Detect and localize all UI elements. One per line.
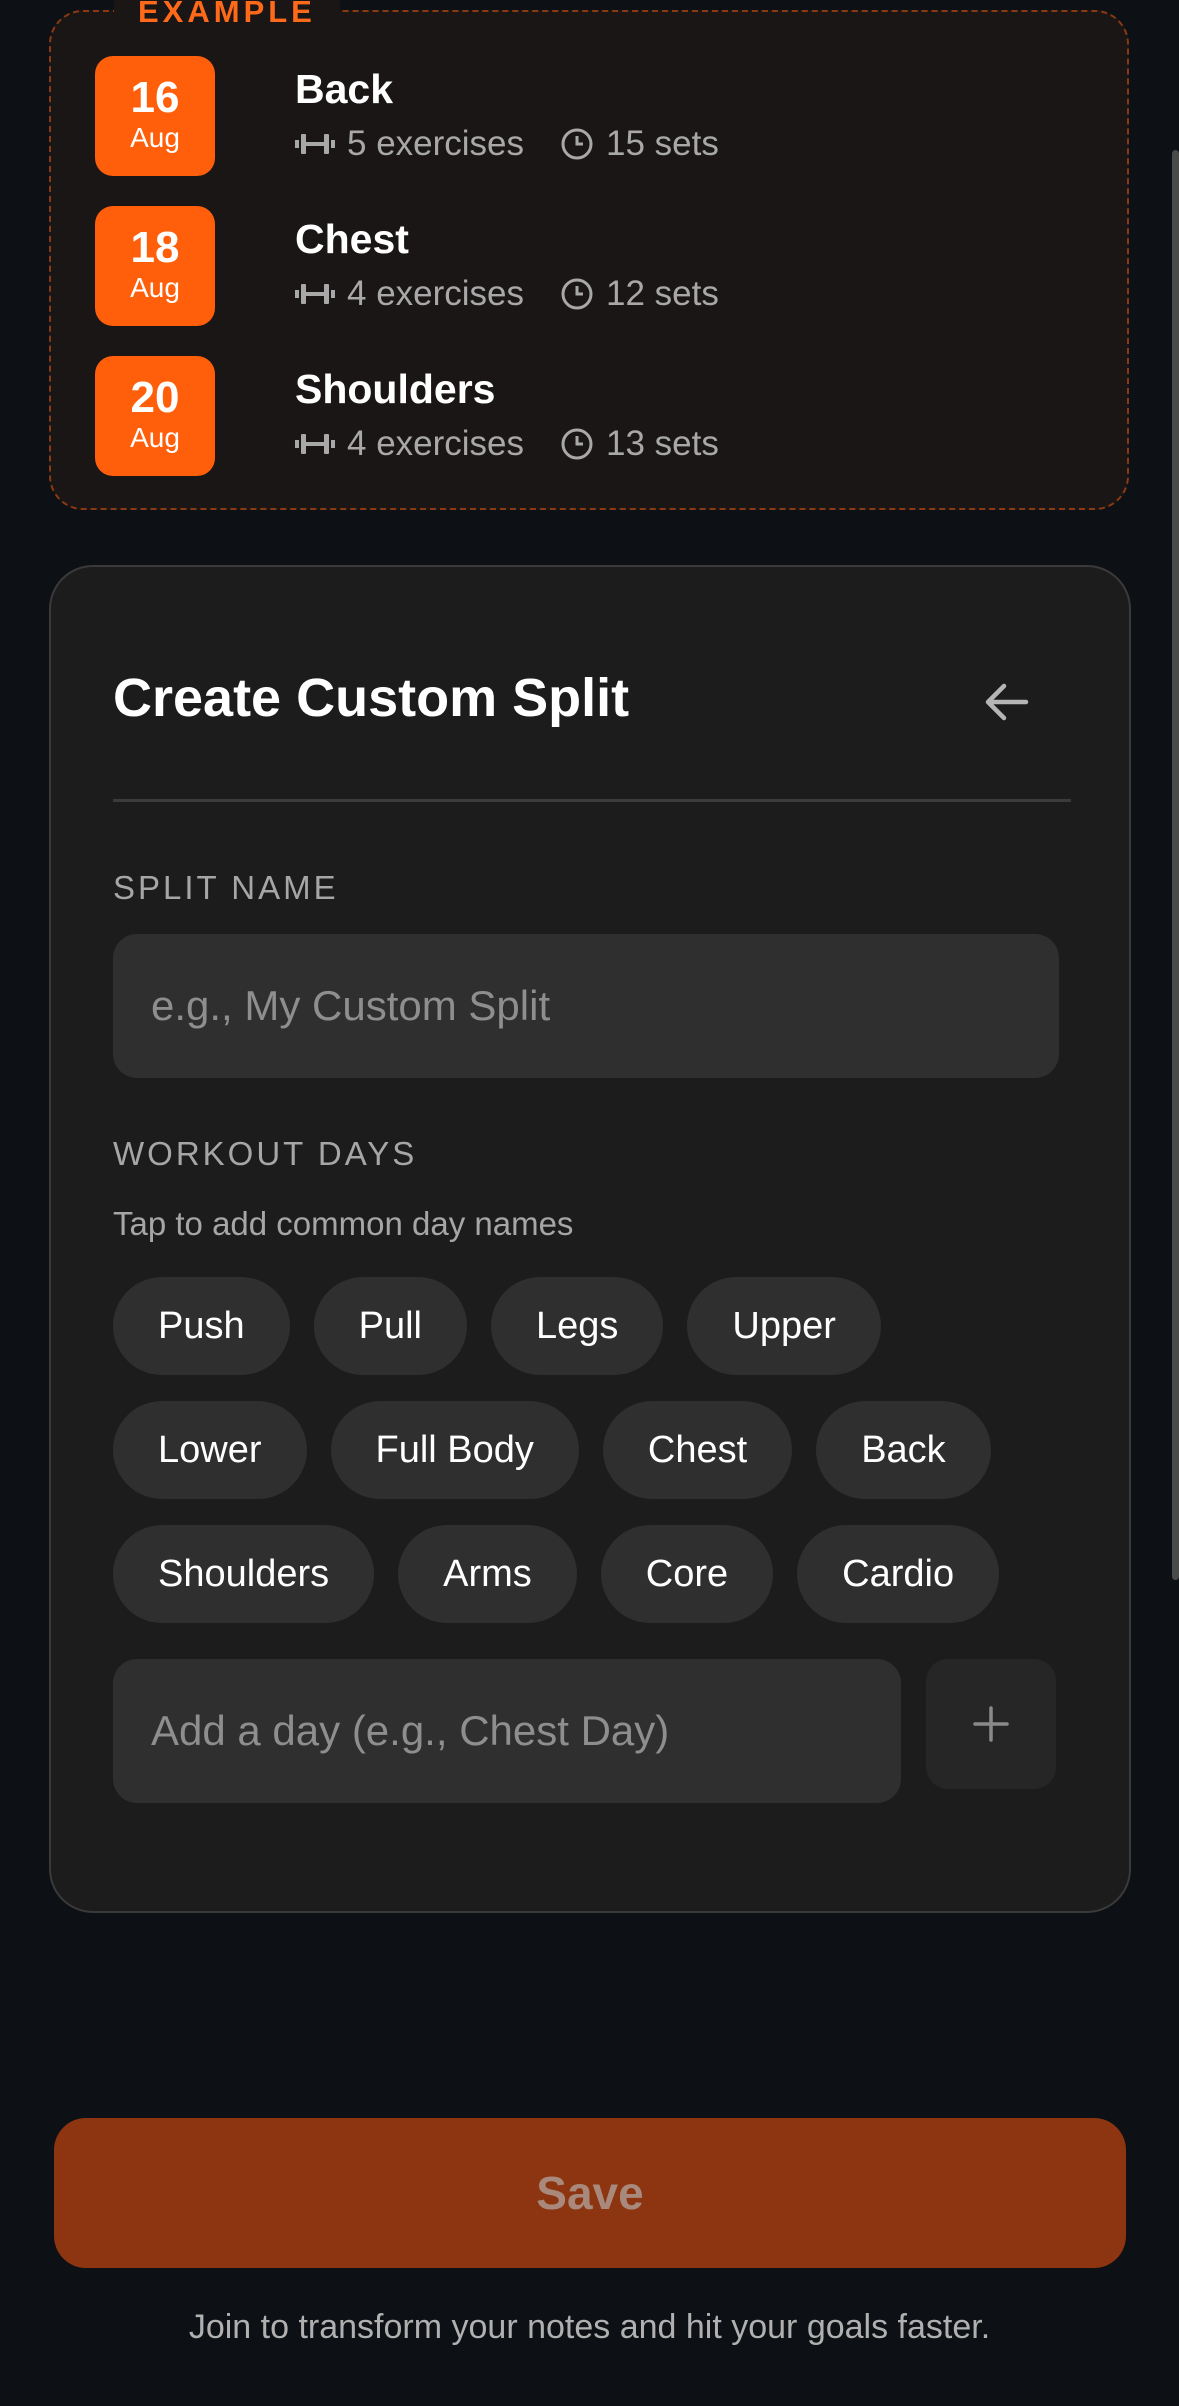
- workout-title: Back: [295, 66, 394, 112]
- exercise-count: 4 exercises: [347, 274, 525, 313]
- split-name-label: SPLIT NAME: [113, 869, 339, 906]
- arrow-left-icon: [985, 683, 1029, 721]
- footer-text: Join to transform your notes and hit you…: [188, 2308, 991, 2346]
- add-day-input[interactable]: [113, 1659, 901, 1803]
- date-month: Aug: [130, 422, 180, 453]
- workout-title: Shoulders: [295, 366, 496, 412]
- day-chip[interactable]: Shoulders: [113, 1525, 375, 1623]
- day-chip[interactable]: Lower: [113, 1401, 307, 1499]
- split-name-input[interactable]: [113, 934, 1059, 1078]
- date-badge: 20 Aug: [95, 356, 215, 476]
- save-button[interactable]: Save: [54, 2118, 1126, 2268]
- dumbbell-icon: [295, 134, 335, 154]
- exercise-count: 5 exercises: [347, 124, 525, 163]
- workout-days-label: WORKOUT DAYS: [113, 1135, 418, 1172]
- divider: [113, 799, 1071, 802]
- day-chip[interactable]: Back: [816, 1401, 991, 1499]
- example-row: 16 Aug Back 5 exercises 15 sets: [95, 56, 995, 176]
- example-card: EXAMPLE 16 Aug Back 5 exercises 15 sets …: [49, 0, 1129, 510]
- day-chip[interactable]: Upper: [687, 1277, 881, 1375]
- set-count: 13 sets: [606, 424, 719, 463]
- day-chip[interactable]: Chest: [602, 1401, 793, 1499]
- date-day: 18: [130, 223, 180, 272]
- date-month: Aug: [130, 272, 180, 303]
- example-row: 18 Aug Chest 4 exercises 12 sets: [95, 206, 995, 326]
- scrollbar[interactable]: [1172, 150, 1179, 1580]
- custom-split-card: Create Custom Split SPLIT NAME WORKOUT D…: [49, 565, 1131, 1913]
- card-title: Create Custom Split: [113, 668, 630, 728]
- clock-icon: [561, 278, 593, 310]
- day-chip-group: Push Pull Legs Upper Lower Full Body Che…: [113, 1277, 1073, 1649]
- day-chip[interactable]: Core: [600, 1525, 774, 1623]
- date-month: Aug: [130, 122, 180, 153]
- plus-icon: [973, 1706, 1009, 1742]
- exercise-count: 4 exercises: [347, 424, 525, 463]
- day-chip[interactable]: Push: [113, 1277, 290, 1375]
- dumbbell-icon: [295, 284, 335, 304]
- clock-icon: [561, 428, 593, 460]
- set-count: 12 sets: [606, 274, 719, 313]
- date-day: 20: [130, 373, 180, 422]
- clock-icon: [561, 128, 593, 160]
- set-count: 15 sets: [606, 124, 719, 163]
- date-badge: 16 Aug: [95, 56, 215, 176]
- workout-days-hint: Tap to add common day names: [113, 1205, 574, 1242]
- day-chip[interactable]: Legs: [491, 1277, 664, 1375]
- add-day-button[interactable]: [926, 1659, 1056, 1789]
- day-chip[interactable]: Full Body: [330, 1401, 579, 1499]
- date-day: 16: [130, 73, 180, 122]
- dumbbell-icon: [295, 434, 335, 454]
- day-chip[interactable]: Arms: [398, 1525, 577, 1623]
- workout-meta: 5 exercises 15 sets: [295, 124, 719, 164]
- workout-title: Chest: [295, 216, 409, 262]
- example-tag: EXAMPLE: [114, 0, 340, 44]
- workout-meta: 4 exercises 13 sets: [295, 424, 719, 464]
- day-chip[interactable]: Pull: [313, 1277, 467, 1375]
- workout-meta: 4 exercises 12 sets: [295, 274, 719, 314]
- date-badge: 18 Aug: [95, 206, 215, 326]
- back-button[interactable]: [971, 667, 1041, 737]
- example-row: 20 Aug Shoulders 4 exercises 13 sets: [95, 356, 995, 476]
- day-chip[interactable]: Cardio: [797, 1525, 1000, 1623]
